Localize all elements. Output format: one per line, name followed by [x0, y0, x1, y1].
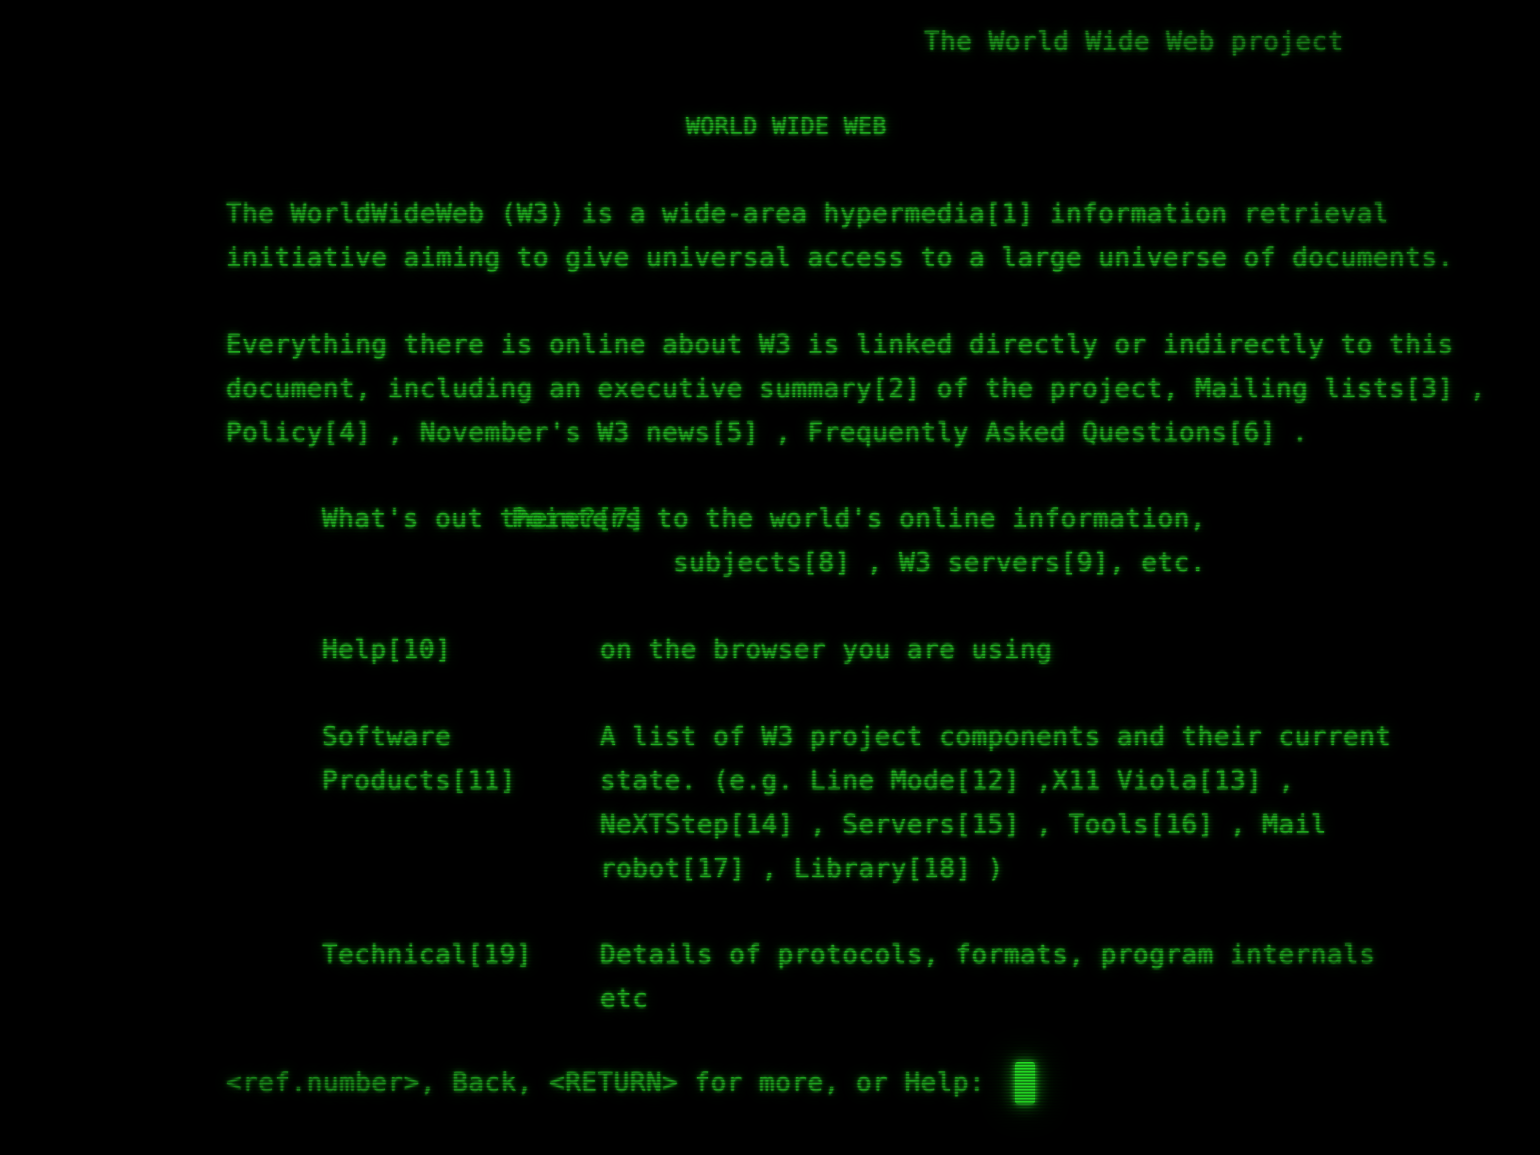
menu-item-description: on the browser you are using [600, 635, 1053, 665]
block-cursor-icon[interactable] [1015, 1062, 1036, 1104]
menu-item-description: Pointers to the world's online informati… [511, 504, 1206, 578]
overview-paragraph: Everything there is online about W3 is l… [226, 330, 1486, 448]
menu-item-label[interactable]: Technical[19] [322, 933, 532, 977]
page-header-title: The World Wide Web project [924, 27, 1344, 57]
menu-item-label[interactable]: Help[10] [322, 628, 451, 672]
intro-paragraph: The WorldWideWeb (W3) is a wide-area hyp… [226, 199, 1454, 273]
menu-item-description: Details of protocols, formats, program i… [600, 940, 1376, 1014]
prompt-label: <ref.number>, Back, <RETURN> for more, o… [226, 1068, 986, 1098]
menu-item-label[interactable]: Software Products[11] [322, 715, 516, 803]
document-title: WORLD WIDE WEB [686, 114, 887, 140]
command-prompt-line[interactable]: <ref.number>, Back, <RETURN> for more, o… [226, 1062, 1036, 1104]
terminal-screen: The World Wide Web project WORLD WIDE WE… [0, 0, 1540, 1155]
menu-item-description: A list of W3 project components and thei… [600, 722, 1392, 884]
